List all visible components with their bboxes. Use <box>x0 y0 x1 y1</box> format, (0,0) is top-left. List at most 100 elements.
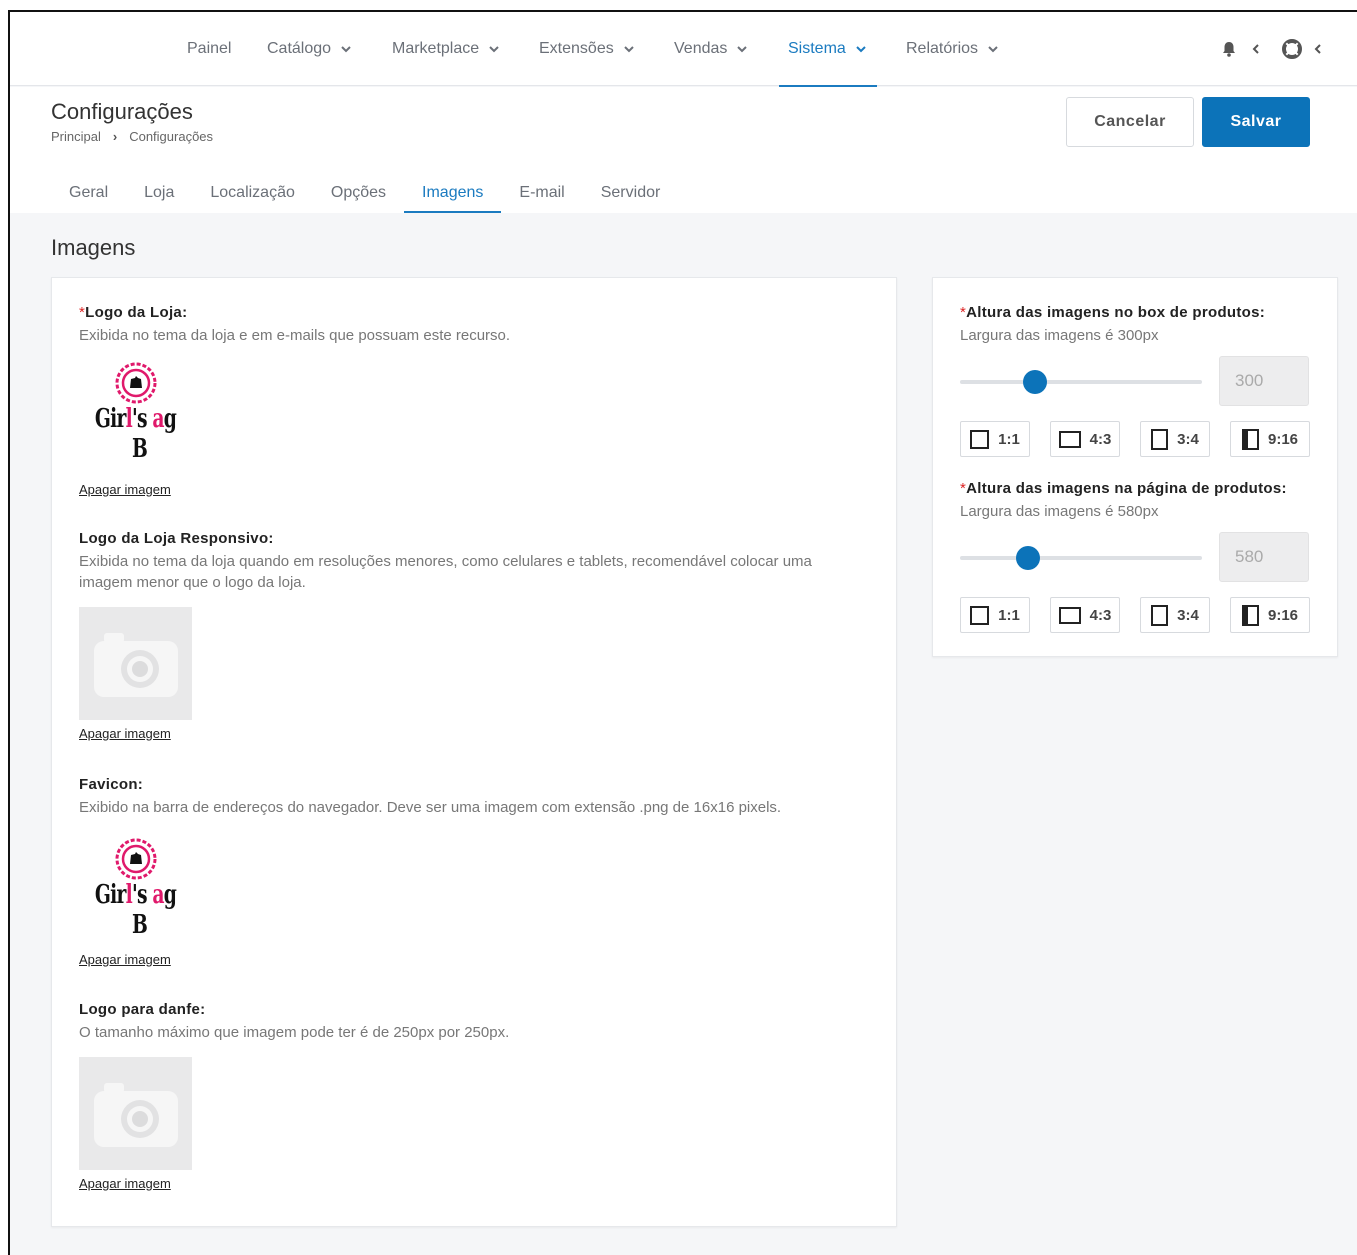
nav-item-label: Relatórios <box>906 40 979 57</box>
portrait-ratio-icon <box>1151 604 1169 626</box>
box-height-description: Largura das imagens é 300px <box>960 327 1159 344</box>
top-navigation: Painel Catálogo Marketplace Extensões Ve… <box>10 12 1357 87</box>
chevron-left-icon <box>1314 44 1321 54</box>
ratio-1-1-button[interactable]: 1:1 <box>960 597 1030 633</box>
danfe-delete-link[interactable]: Apagar imagem <box>79 1176 171 1191</box>
logo-emblem-icon <box>115 838 156 880</box>
chevron-down-icon <box>737 46 748 53</box>
app-frame: Painel Catálogo Marketplace Extensões Ve… <box>8 10 1357 1255</box>
chevron-down-icon <box>341 46 351 53</box>
nav-item-label: Painel <box>187 40 232 57</box>
bell-icon <box>1223 42 1235 57</box>
logo-responsive-delete-link[interactable]: Apagar imagem <box>79 726 171 741</box>
breadcrumb-item-configuracoes: Configurações <box>129 129 214 144</box>
logo-field: *Logo da Loja: Exibida no tema da loja e… <box>79 304 869 499</box>
section-title: Imagens <box>51 235 136 260</box>
landscape-ratio-icon <box>1058 606 1081 624</box>
ratio-label: 3:4 <box>1177 606 1199 624</box>
images-upload-card: *Logo da Loja: Exibida no tema da loja e… <box>51 277 897 1227</box>
logo-wordmark: Gir l's Bag <box>94 404 177 464</box>
ratio-label: 9:16 <box>1267 606 1299 624</box>
camera-placeholder-icon <box>93 632 178 697</box>
tall-ratio-icon <box>1241 428 1259 450</box>
tab-opcoes[interactable]: Opções <box>313 177 404 213</box>
logo-responsive-image[interactable] <box>79 607 192 720</box>
cancel-button[interactable]: Cancelar <box>1066 97 1194 147</box>
square-ratio-icon <box>970 429 990 449</box>
ratio-label: 1:1 <box>998 430 1020 448</box>
favicon-image[interactable]: Gir l's Bag <box>79 836 192 944</box>
nav-item-relatorios[interactable]: Relatórios <box>906 12 998 86</box>
ratio-label: 1:1 <box>998 606 1020 624</box>
nav-item-label: Sistema <box>788 40 846 57</box>
nav-item-painel[interactable]: Painel <box>187 12 231 86</box>
tab-geral[interactable]: Geral <box>51 177 126 213</box>
page-title: Configurações <box>51 99 193 124</box>
box-height-group: *Altura das imagens no box de produtos: … <box>960 304 1312 457</box>
nav-icon-group <box>1200 12 1324 86</box>
portrait-ratio-icon <box>1151 428 1169 450</box>
logo-wordmark: Gir l's Bag <box>94 880 177 940</box>
support-button[interactable] <box>1282 39 1324 59</box>
nav-item-marketplace[interactable]: Marketplace <box>392 12 499 86</box>
slider-thumb[interactable] <box>1023 370 1048 394</box>
danfe-label: Logo para danfe: <box>79 1001 206 1018</box>
nav-item-label: Marketplace <box>392 40 480 57</box>
tab-localizacao[interactable]: Localização <box>192 177 313 213</box>
danfe-field: Logo para danfe: O tamanho máximo que im… <box>79 1001 869 1193</box>
ratio-3-4-button[interactable]: 3:4 <box>1140 597 1210 633</box>
ratio-4-3-button[interactable]: 4:3 <box>1050 421 1120 457</box>
image-sizes-card: *Altura das imagens no box de produtos: … <box>932 277 1338 657</box>
nav-item-extensoes[interactable]: Extensões <box>539 12 634 86</box>
danfe-description: O tamanho máximo que imagem pode ter é d… <box>79 1024 510 1041</box>
logo-responsive-field: Logo da Loja Responsivo: Exibida no tema… <box>79 530 869 743</box>
box-height-label: *Altura das imagens no box de produtos: <box>960 304 1312 321</box>
page-height-slider: 580 <box>960 532 1312 582</box>
box-height-slider: 300 <box>960 356 1312 406</box>
ratio-9-16-button[interactable]: 9:16 <box>1230 597 1310 633</box>
nav-item-label: Extensões <box>539 40 614 57</box>
support-lifebuoy-icon <box>1282 39 1302 59</box>
box-height-label-text: Altura das imagens no box de produtos: <box>966 304 1266 321</box>
logo-label: *Logo da Loja: <box>79 304 869 321</box>
danfe-image[interactable] <box>79 1057 192 1170</box>
logo-delete-link[interactable]: Apagar imagem <box>79 482 171 497</box>
tab-loja[interactable]: Loja <box>126 177 192 213</box>
save-button[interactable]: Salvar <box>1202 97 1310 147</box>
breadcrumb-item-principal[interactable]: Principal <box>51 129 101 144</box>
logo-responsive-description: Exibida no tema da loja quando em resolu… <box>79 553 812 591</box>
ratio-3-4-button[interactable]: 3:4 <box>1140 421 1210 457</box>
nav-item-sistema[interactable]: Sistema <box>779 12 877 87</box>
breadcrumb-separator-icon: › <box>112 129 118 144</box>
tab-servidor[interactable]: Servidor <box>583 177 679 213</box>
ratio-label: 4:3 <box>1089 430 1112 448</box>
camera-placeholder-icon <box>93 1082 178 1147</box>
logo-image[interactable]: Gir l's Bag <box>79 360 192 468</box>
slider-track[interactable] <box>960 380 1202 384</box>
slider-track[interactable] <box>960 556 1202 560</box>
logo-emblem-icon <box>115 362 156 404</box>
page-height-description: Largura das imagens é 580px <box>960 503 1159 520</box>
notifications-button[interactable] <box>1220 40 1262 58</box>
favicon-description: Exibido na barra de endereços do navegad… <box>79 799 782 816</box>
slider-thumb[interactable] <box>1015 546 1040 570</box>
logo-description: Exibida no tema da loja e em e-mails que… <box>79 327 511 344</box>
nav-item-vendas[interactable]: Vendas <box>674 12 748 86</box>
box-ratio-options: 1:1 4:3 3:4 9:16 <box>960 421 1312 457</box>
chevron-down-icon <box>489 46 499 53</box>
nav-item-catalogo[interactable]: Catálogo <box>267 12 351 86</box>
page-height-input[interactable]: 580 <box>1219 532 1309 582</box>
ratio-4-3-button[interactable]: 4:3 <box>1050 597 1120 633</box>
tab-imagens[interactable]: Imagens <box>404 177 502 213</box>
tab-email[interactable]: E-mail <box>501 177 582 213</box>
ratio-label: 4:3 <box>1089 606 1112 624</box>
ratio-1-1-button[interactable]: 1:1 <box>960 421 1030 457</box>
chevron-down-icon <box>988 46 998 53</box>
ratio-9-16-button[interactable]: 9:16 <box>1230 421 1310 457</box>
landscape-ratio-icon <box>1058 430 1081 448</box>
favicon-field: Favicon: Exibido na barra de endereços d… <box>79 776 869 969</box>
favicon-delete-link[interactable]: Apagar imagem <box>79 952 171 967</box>
ratio-label: 9:16 <box>1267 430 1299 448</box>
logo-label-text: Logo da Loja: <box>85 304 188 321</box>
box-height-input[interactable]: 300 <box>1219 356 1309 406</box>
